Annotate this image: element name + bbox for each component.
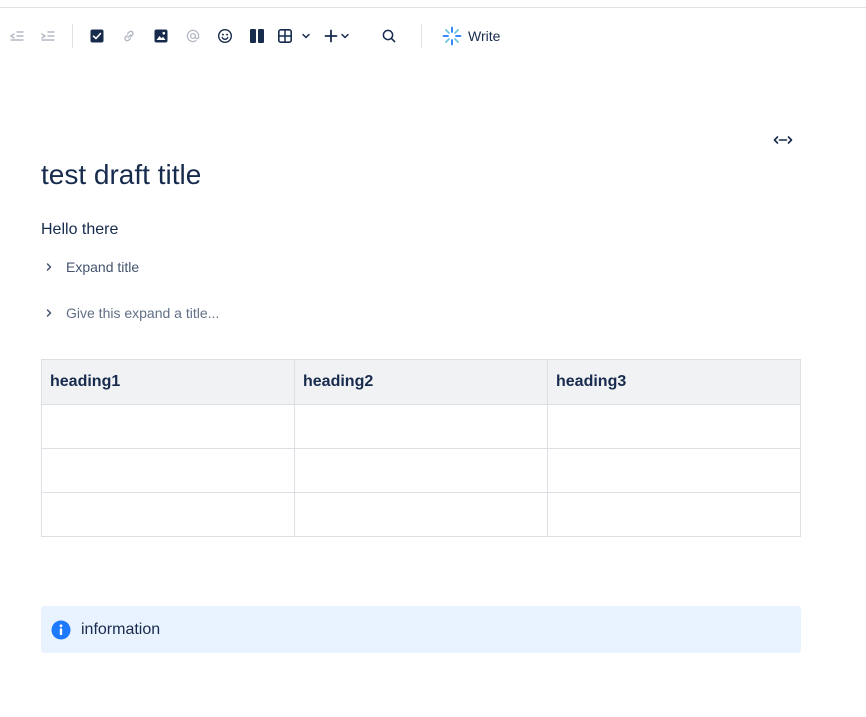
sparkle-icon [442,26,462,46]
expand-width-icon [773,136,793,144]
link-icon [124,30,134,42]
expand-title[interactable]: Expand title [66,257,139,277]
mention-icon [186,29,200,43]
top-divider [0,7,866,8]
search-icon [382,29,396,43]
expand-title-placeholder[interactable]: Give this expand a title... [66,303,219,323]
chevron-down-icon [302,33,310,39]
table-icon [278,29,292,43]
chevron-down-icon [341,33,349,39]
table-header-row: heading1 heading2 heading3 [41,359,801,405]
chevron-right-icon [46,263,52,271]
mention-button[interactable] [182,20,204,52]
table-cell[interactable] [41,492,295,537]
expand-toggle[interactable] [41,259,57,275]
search-button[interactable] [378,20,400,52]
indent-icon [41,31,55,41]
table-row [41,404,801,449]
table-header-cell[interactable]: heading2 [294,359,548,405]
table-header-cell[interactable]: heading1 [41,359,295,405]
page-title[interactable]: test draft title [41,156,201,194]
data-table: heading1 heading2 heading3 [41,359,801,537]
full-width-toggle[interactable] [770,130,796,150]
table-row [41,492,801,537]
emoji-icon [217,28,233,44]
chevron-right-icon [46,309,52,317]
plus-icon [324,29,338,43]
image-icon [154,29,168,43]
toolbar-separator [421,24,422,48]
table-cell[interactable] [547,404,801,449]
table-row [41,448,801,493]
expand-toggle[interactable] [41,305,57,321]
expand-block: Give this expand a title... [41,301,219,325]
image-button[interactable] [150,20,172,52]
indent-button[interactable] [37,20,59,52]
insert-button[interactable] [320,20,360,52]
outdent-button[interactable] [6,20,28,52]
outdent-icon [9,31,24,41]
link-button[interactable] [118,20,140,52]
layouts-button[interactable] [246,20,268,52]
emoji-button[interactable] [214,20,236,52]
table-cell[interactable] [294,448,548,493]
info-icon [51,620,71,640]
info-panel-text[interactable]: information [81,621,160,639]
table-cell[interactable] [294,492,548,537]
action-item-icon [90,29,104,43]
toolbar-separator [72,24,73,48]
paragraph[interactable]: Hello there [41,219,118,241]
expand-block: Expand title [41,255,139,279]
action-item-button[interactable] [86,20,108,52]
write-button[interactable]: Write [438,20,504,52]
table-header-cell[interactable]: heading3 [547,359,801,405]
table-cell[interactable] [547,492,801,537]
layouts-icon [250,29,264,43]
table-cell[interactable] [41,404,295,449]
table-cell[interactable] [294,404,548,449]
table-button[interactable] [274,20,318,52]
info-panel[interactable]: information [41,606,801,653]
table-cell[interactable] [41,448,295,493]
editor-toolbar: Write [0,20,866,52]
table-cell[interactable] [547,448,801,493]
write-label: Write [468,28,501,44]
table-container: heading1 heading2 heading3 [41,359,801,537]
